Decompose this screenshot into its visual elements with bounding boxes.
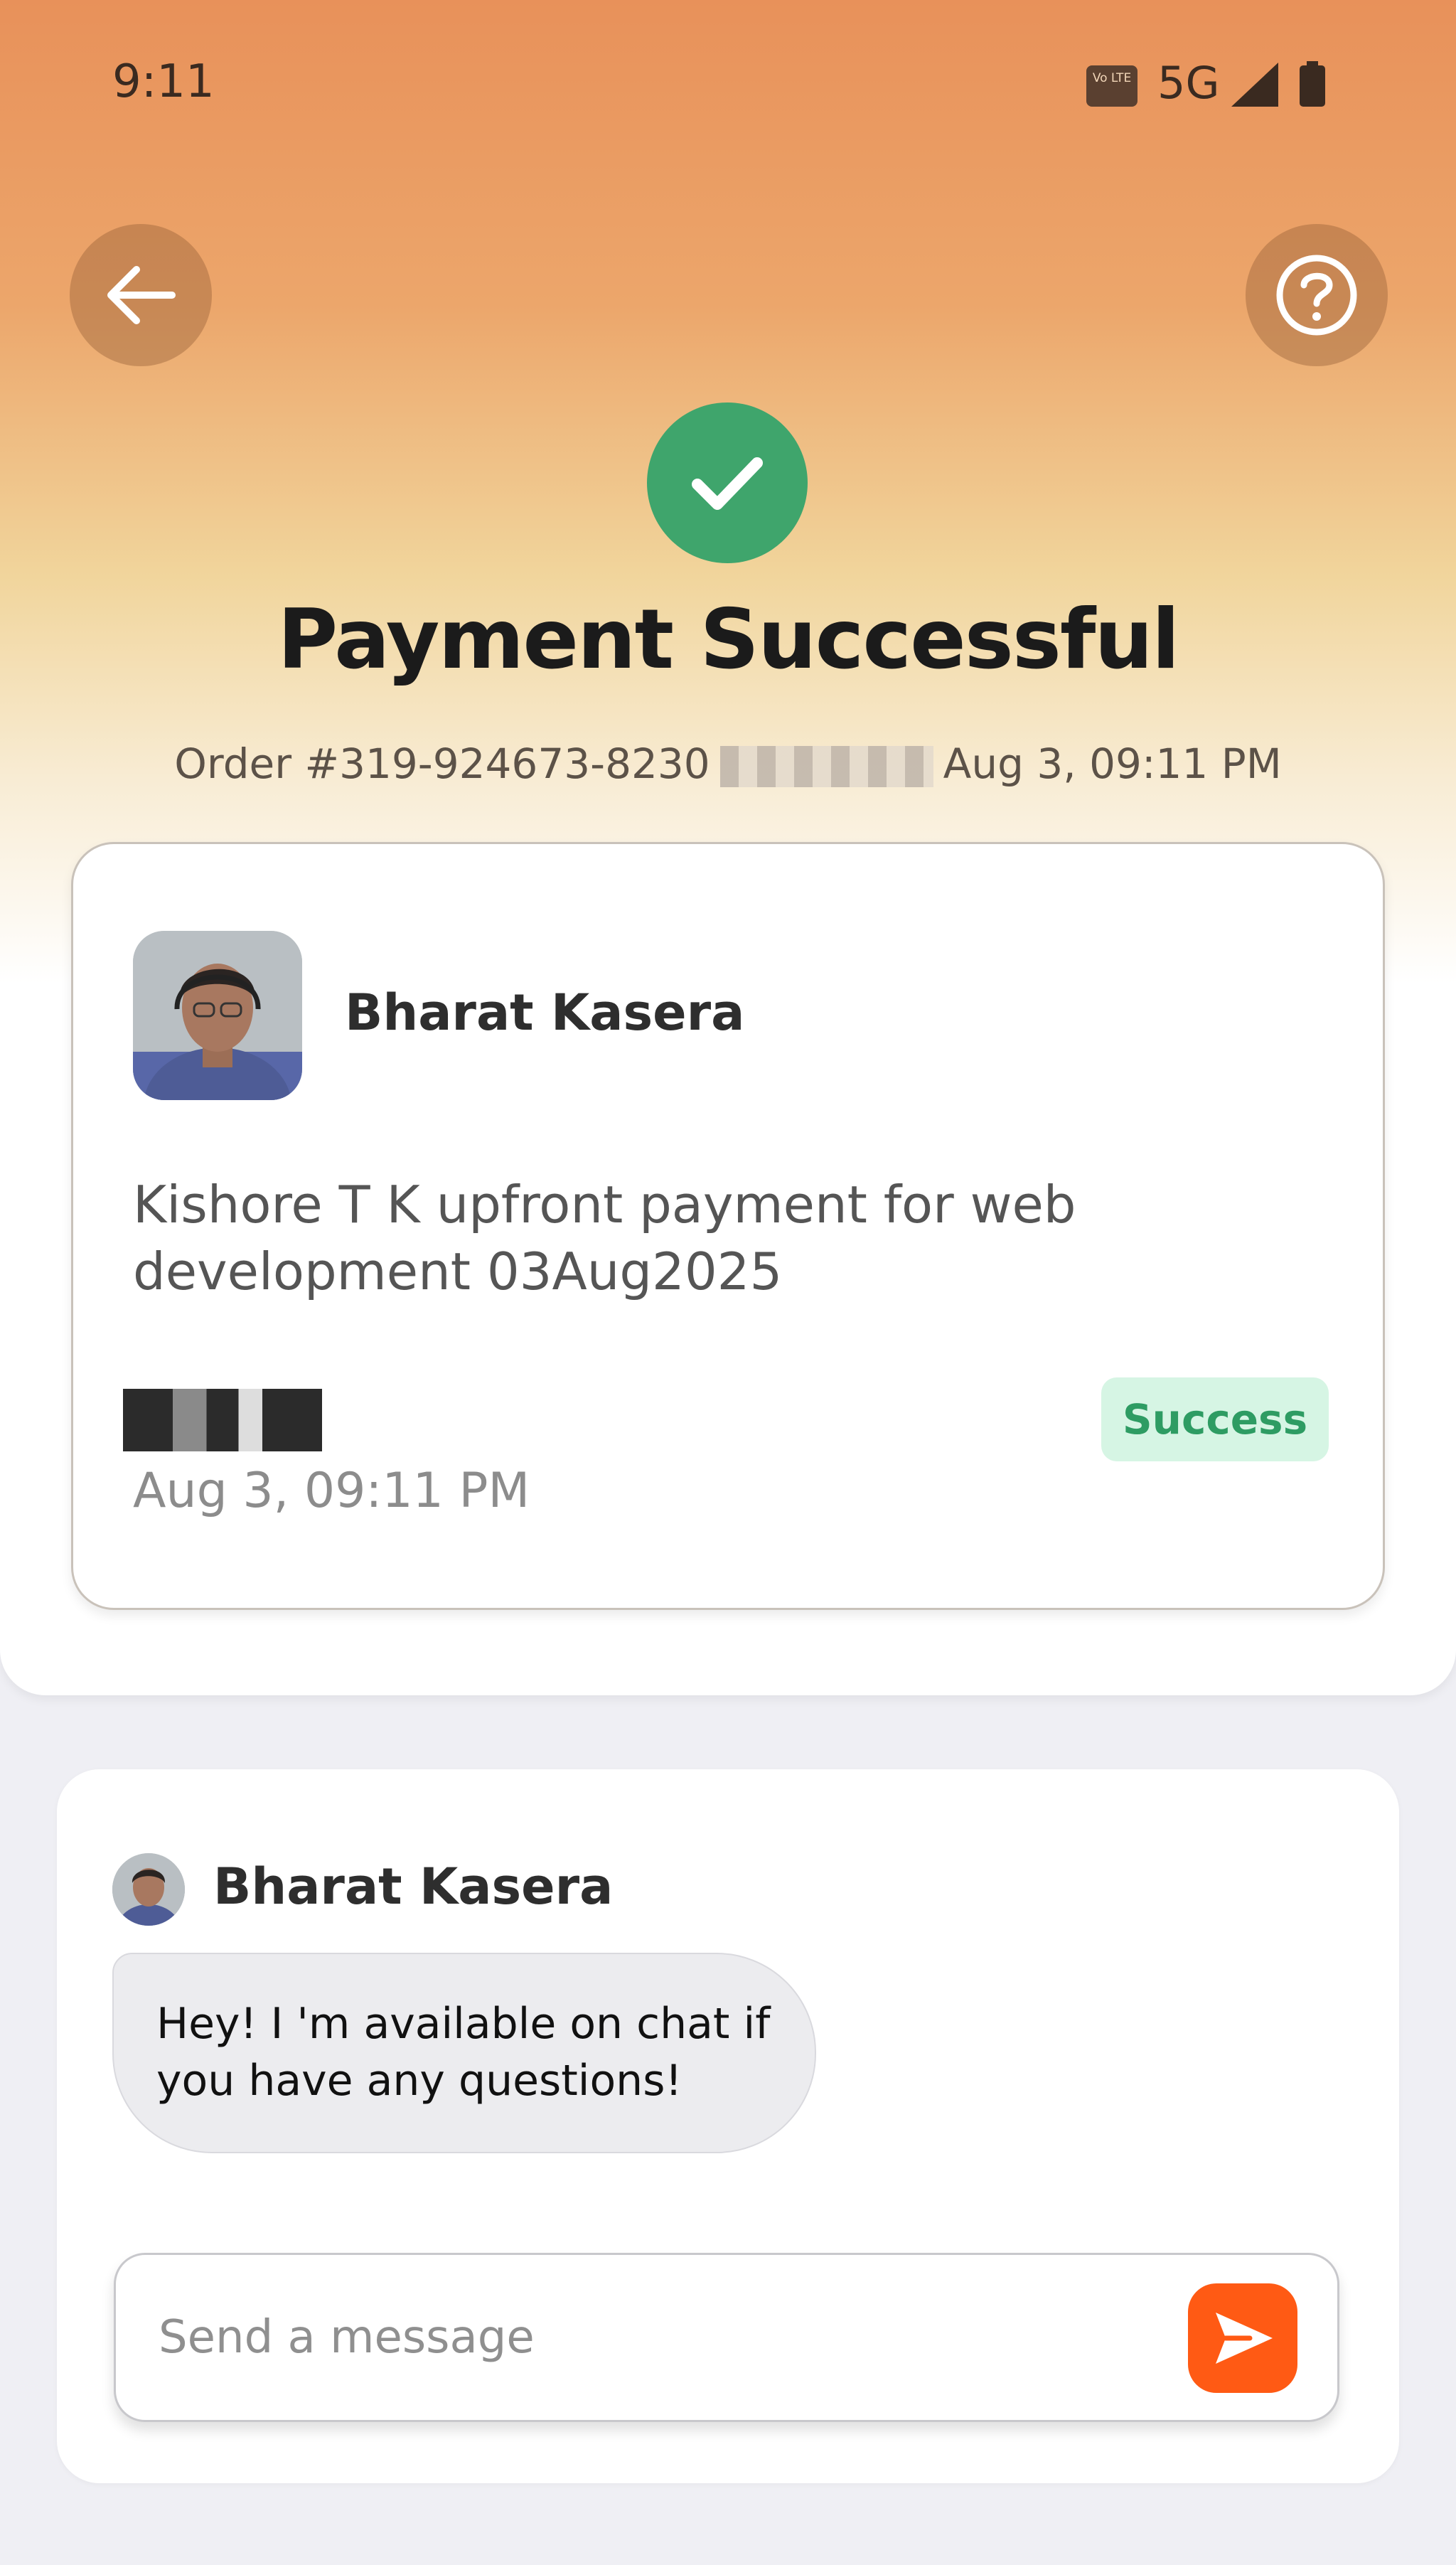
chat-message: Hey! I 'm available on chat if you have … bbox=[112, 1953, 816, 2153]
message-input[interactable] bbox=[157, 2298, 1084, 2377]
status-bar: 9:11 Vo LTE 5G bbox=[0, 0, 1456, 171]
help-button[interactable] bbox=[1246, 224, 1388, 366]
payee-name: Bharat Kasera bbox=[345, 983, 745, 1042]
back-button[interactable] bbox=[70, 224, 212, 366]
transaction-date: Aug 3, 09:11 PM bbox=[133, 1463, 530, 1519]
payment-note: Kishore T K upfront payment for web deve… bbox=[133, 1175, 1076, 1301]
status-time: 9:11 bbox=[112, 55, 215, 108]
person-avatar-icon bbox=[112, 1853, 185, 1926]
person-avatar-icon bbox=[133, 931, 302, 1100]
checkmark-icon bbox=[692, 457, 763, 510]
order-datetime: Aug 3, 09:11 PM bbox=[943, 740, 1282, 788]
success-check-icon bbox=[647, 402, 808, 563]
message-input-container bbox=[114, 2253, 1339, 2422]
arrow-left-icon bbox=[107, 266, 176, 324]
redacted-order-part bbox=[719, 745, 933, 787]
network-label: 5G bbox=[1157, 57, 1220, 109]
order-number: Order #319-924673-8230 bbox=[174, 740, 710, 788]
sender-avatar bbox=[112, 1853, 185, 1926]
page-title: Payment Successful bbox=[277, 592, 1179, 688]
send-icon bbox=[1216, 2313, 1273, 2364]
volte-icon: Vo LTE bbox=[1086, 65, 1138, 107]
order-info: Order #319-924673-8230 Aug 3, 09:11 PM bbox=[0, 740, 1456, 788]
send-button[interactable] bbox=[1188, 2283, 1297, 2393]
chat-card: Bharat Kasera Hey! I 'm available on cha… bbox=[57, 1769, 1399, 2483]
signal-icon bbox=[1231, 63, 1278, 107]
battery-icon bbox=[1300, 61, 1325, 107]
payee-avatar bbox=[133, 931, 302, 1100]
redacted-transaction-id bbox=[123, 1389, 322, 1451]
status-badge: Success bbox=[1101, 1377, 1329, 1461]
header-section: 9:11 Vo LTE 5G Payment Successful Order … bbox=[0, 0, 1456, 1695]
payment-details-card[interactable]: Bharat Kasera Kishore T K upfront paymen… bbox=[71, 842, 1385, 1610]
help-circle-icon bbox=[1276, 255, 1357, 336]
chat-sender-name: Bharat Kasera bbox=[213, 1857, 614, 1916]
